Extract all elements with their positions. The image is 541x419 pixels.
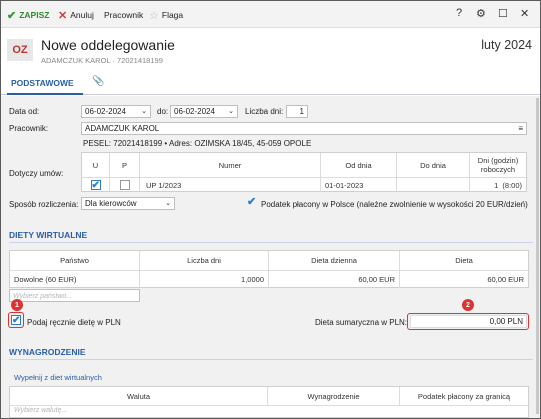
employee-details: PESEL: 72021418199 • Adres: OZIMSKA 18/4… [83, 139, 312, 148]
row-divider [10, 405, 530, 406]
settlement-select[interactable]: Dla kierowców ⌄ [81, 197, 175, 210]
vd-header-daily: Dieta dzienna [269, 251, 400, 270]
employee-label: Pracownik [104, 10, 144, 20]
window: ✔ ZAPISZ ✕ Anuluj Pracownik ☆ Flaga ? ⚙ … [1, 1, 540, 418]
form-content: Data od: 06-02-2024 ⌄ do: 06-02-2024 ⌄ L… [1, 96, 540, 418]
annotation-badge-2: 2 [462, 299, 474, 311]
contract-days: 1 (8:00) [494, 180, 522, 190]
vd-country-add-input[interactable]: Wybierz państwo... [9, 289, 140, 302]
fill-from-virtual-diets-link[interactable]: Wypełnij z diet wirtualnych [14, 373, 102, 382]
contracts-header-p: P [110, 153, 140, 177]
virtual-diets-title: DIETY WIRTUALNE [9, 230, 88, 240]
vertical-scrollbar[interactable] [536, 98, 539, 414]
vd-header-diet: Dieta [455, 256, 473, 265]
contracts-header-to: Do dnia [397, 153, 470, 177]
menu-icon: ≡ [518, 124, 523, 133]
contract-number: UP 1/2023 [140, 178, 321, 192]
days-value: 1 [299, 107, 304, 116]
section-divider [9, 359, 533, 360]
check-icon: ✔ [7, 9, 17, 22]
vd-country[interactable]: Dowolne (60 EUR) [10, 271, 140, 288]
contract-to [397, 178, 470, 192]
contracts-table: U P Numer Od dnia Do dnia Dni (godzin) r… [81, 152, 528, 192]
gear-icon[interactable]: ⚙ [476, 7, 486, 20]
employee-input[interactable]: ADAMCZUK KAROL ≡ [81, 122, 527, 135]
tax-poland-checkbox[interactable]: ✔ [247, 197, 256, 208]
chevron-down-icon: ⌄ [141, 108, 147, 115]
vd-country-placeholder: Wybierz państwo... [13, 293, 73, 300]
employee-field-label: Pracownik: [9, 124, 49, 133]
contracts-header-number: Numer [140, 153, 321, 177]
settlement-label: Sposób rozliczenia: [9, 200, 79, 209]
salary-table: Waluta Wynagrodzenie Podatek płacony za … [9, 386, 530, 418]
chevron-down-icon: ⌄ [165, 200, 171, 207]
salary-currency-placeholder[interactable]: Wybierz walutę... [14, 407, 67, 414]
date-from-value: 06-02-2024 [85, 107, 126, 116]
document-type-badge: OZ [7, 39, 33, 61]
flag-button[interactable]: ☆ Flaga [149, 8, 183, 22]
tax-poland-label: Podatek płacony w Polsce (należne zwolni… [261, 200, 528, 209]
tab-basic[interactable]: PODSTAWOWE [11, 78, 74, 88]
virtual-diets-table: Państwo Liczba dni Dieta dzienna Dieta D… [9, 250, 530, 288]
page-title: Nowe oddelegowanie [41, 37, 175, 53]
contracts-label: Dotyczy umów: [9, 169, 64, 178]
tab-active-underline [7, 93, 83, 95]
vd-header-country: Państwo [10, 251, 140, 270]
contract-p-checkbox[interactable] [119, 180, 130, 190]
days-input[interactable]: 1 [286, 105, 308, 118]
tab-bar: PODSTAWOWE 📎 [1, 75, 540, 95]
contracts-row-p-cell [110, 178, 140, 192]
save-label: ZAPISZ [19, 10, 50, 20]
manual-diet-checkbox[interactable]: ✔ [11, 315, 21, 326]
cancel-button[interactable]: ✕ Anuluj [58, 8, 94, 22]
chevron-down-icon: ⌄ [228, 108, 234, 115]
period-label: luty 2024 [481, 38, 532, 52]
contracts-header-from: Od dnia [321, 153, 397, 177]
vd-days[interactable]: 1,0000 [140, 271, 269, 288]
section-divider [9, 242, 533, 243]
close-icon: ✕ [58, 9, 68, 22]
contract-u-checkbox[interactable]: ✔ [90, 180, 101, 191]
help-button[interactable]: ? [456, 7, 462, 19]
check-icon: ✔ [12, 315, 21, 326]
date-from-label: Data od: [9, 107, 40, 116]
vd-header-days: Liczba dni [140, 251, 269, 270]
check-icon: ✔ [91, 180, 100, 191]
salary-title: WYNAGRODZENIE [9, 347, 86, 357]
contracts-row-u-cell: ✔ [82, 178, 110, 192]
toolbar: ✔ ZAPISZ ✕ Anuluj Pracownik ☆ Flaga ? ⚙ … [1, 1, 540, 28]
salary-header-tax: Podatek płacony za granicą [417, 391, 511, 401]
attachment-icon[interactable]: 📎 [92, 76, 104, 87]
cancel-label: Anuluj [70, 10, 94, 20]
total-diet-value: 0,00 PLN [489, 317, 523, 326]
total-diet-input[interactable]: 0,00 PLN [410, 315, 527, 328]
flag-label: Flaga [161, 10, 184, 20]
date-to-input[interactable]: 06-02-2024 ⌄ [170, 105, 238, 118]
annotation-badge-1: 1 [11, 299, 23, 311]
star-icon: ☆ [149, 9, 159, 22]
total-diet-label: Dieta sumaryczna w PLN: [315, 318, 408, 327]
settlement-value: Dla kierowców [85, 199, 137, 208]
contracts-header-days: Dni (godzin) roboczych [477, 156, 519, 174]
page-subtitle: ADAMCZUK KAROL · 72021418199 [41, 56, 163, 65]
salary-header-currency: Waluta [10, 387, 268, 405]
maximize-icon[interactable]: ☐ [498, 7, 508, 20]
date-from-input[interactable]: 06-02-2024 ⌄ [81, 105, 151, 118]
vd-diet: 60,00 EUR [487, 275, 524, 284]
vd-daily: 60,00 EUR [269, 271, 400, 288]
close-window-icon[interactable]: ✕ [520, 7, 529, 20]
salary-header-salary: Wynagrodzenie [268, 387, 400, 405]
date-to-label: do: [157, 107, 169, 116]
contract-from: 01-01-2023 [321, 178, 397, 192]
save-button[interactable]: ✔ ZAPISZ [7, 8, 49, 22]
manual-diet-label: Podaj ręcznie dietę w PLN [27, 318, 121, 327]
employee-value: ADAMCZUK KAROL [85, 124, 160, 133]
days-label: Liczba dni: [245, 107, 284, 116]
date-to-value: 06-02-2024 [174, 107, 215, 116]
contracts-header-u: U [82, 153, 110, 177]
employee-button[interactable]: Pracownik [104, 8, 143, 22]
